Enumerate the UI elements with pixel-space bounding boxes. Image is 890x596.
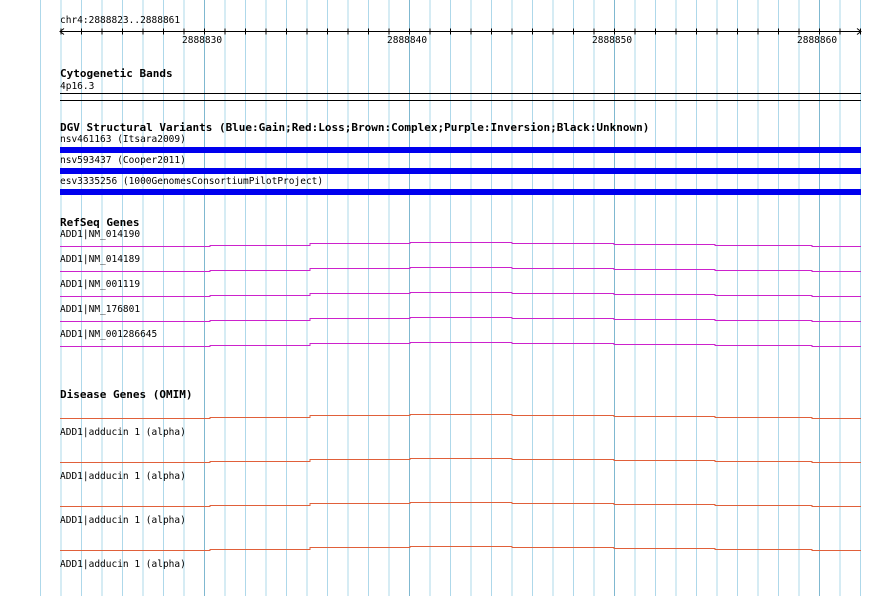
refseq-gene-line (60, 242, 861, 247)
dgv-feature-bar (60, 147, 861, 153)
location-label: chr4:2888823..2888861 (60, 15, 181, 26)
refseq-feature-label[interactable]: ADD1|NM_014190 (60, 229, 140, 241)
ruler-tick-label: 2888840 (387, 35, 428, 46)
refseq-feature-label[interactable]: ADD1|NM_001119 (60, 279, 140, 291)
omim-feature-label[interactable]: ADD1|adducin 1 (alpha) (60, 515, 186, 527)
refseq-feature-label[interactable]: ADD1|NM_001286645 (60, 329, 157, 341)
omim-feature-label[interactable]: ADD1|adducin 1 (alpha) (60, 559, 186, 571)
refseq-gene-line (60, 342, 861, 347)
dgv-track-title: DGV Structural Variants (Blue:Gain;Red:L… (60, 121, 650, 134)
refseq-feature-label[interactable]: ADD1|NM_176801 (60, 304, 140, 316)
dgv-feature-label[interactable]: nsv461163 (Itsara2009) (60, 134, 186, 146)
refseq-gene-line (60, 292, 861, 297)
dgv-feature-bar (60, 189, 861, 195)
cytoband-track-title: Cytogenetic Bands (60, 67, 173, 80)
track-canvas (40, 0, 862, 596)
omim-gene-line (60, 458, 861, 463)
ruler-tick-label: 2888860 (797, 35, 838, 46)
ruler-tick-label: 2888850 (592, 35, 633, 46)
genome-browser: chr4:2888823..2888861 2888830 2888840 28… (0, 0, 890, 596)
cytoband-label[interactable]: 4p16.3 (60, 81, 94, 93)
omim-gene-line (60, 546, 861, 551)
dgv-feature-bar (60, 168, 861, 174)
refseq-gene-line (60, 317, 861, 322)
refseq-feature-label[interactable]: ADD1|NM_014189 (60, 254, 140, 266)
dgv-feature-label[interactable]: nsv593437 (Cooper2011) (60, 155, 186, 167)
refseq-gene-line (60, 267, 861, 272)
omim-feature-label[interactable]: ADD1|adducin 1 (alpha) (60, 471, 186, 483)
omim-gene-line (60, 502, 861, 507)
dgv-feature-label[interactable]: esv3335256 (1000GenomesConsortiumPilotPr… (60, 176, 323, 188)
refseq-track-title: RefSeq Genes (60, 216, 140, 229)
ruler-tick-label: 2888830 (182, 35, 223, 46)
omim-gene-line (60, 414, 861, 419)
omim-feature-label[interactable]: ADD1|adducin 1 (alpha) (60, 427, 186, 439)
omim-track-title: Disease Genes (OMIM) (60, 388, 193, 401)
